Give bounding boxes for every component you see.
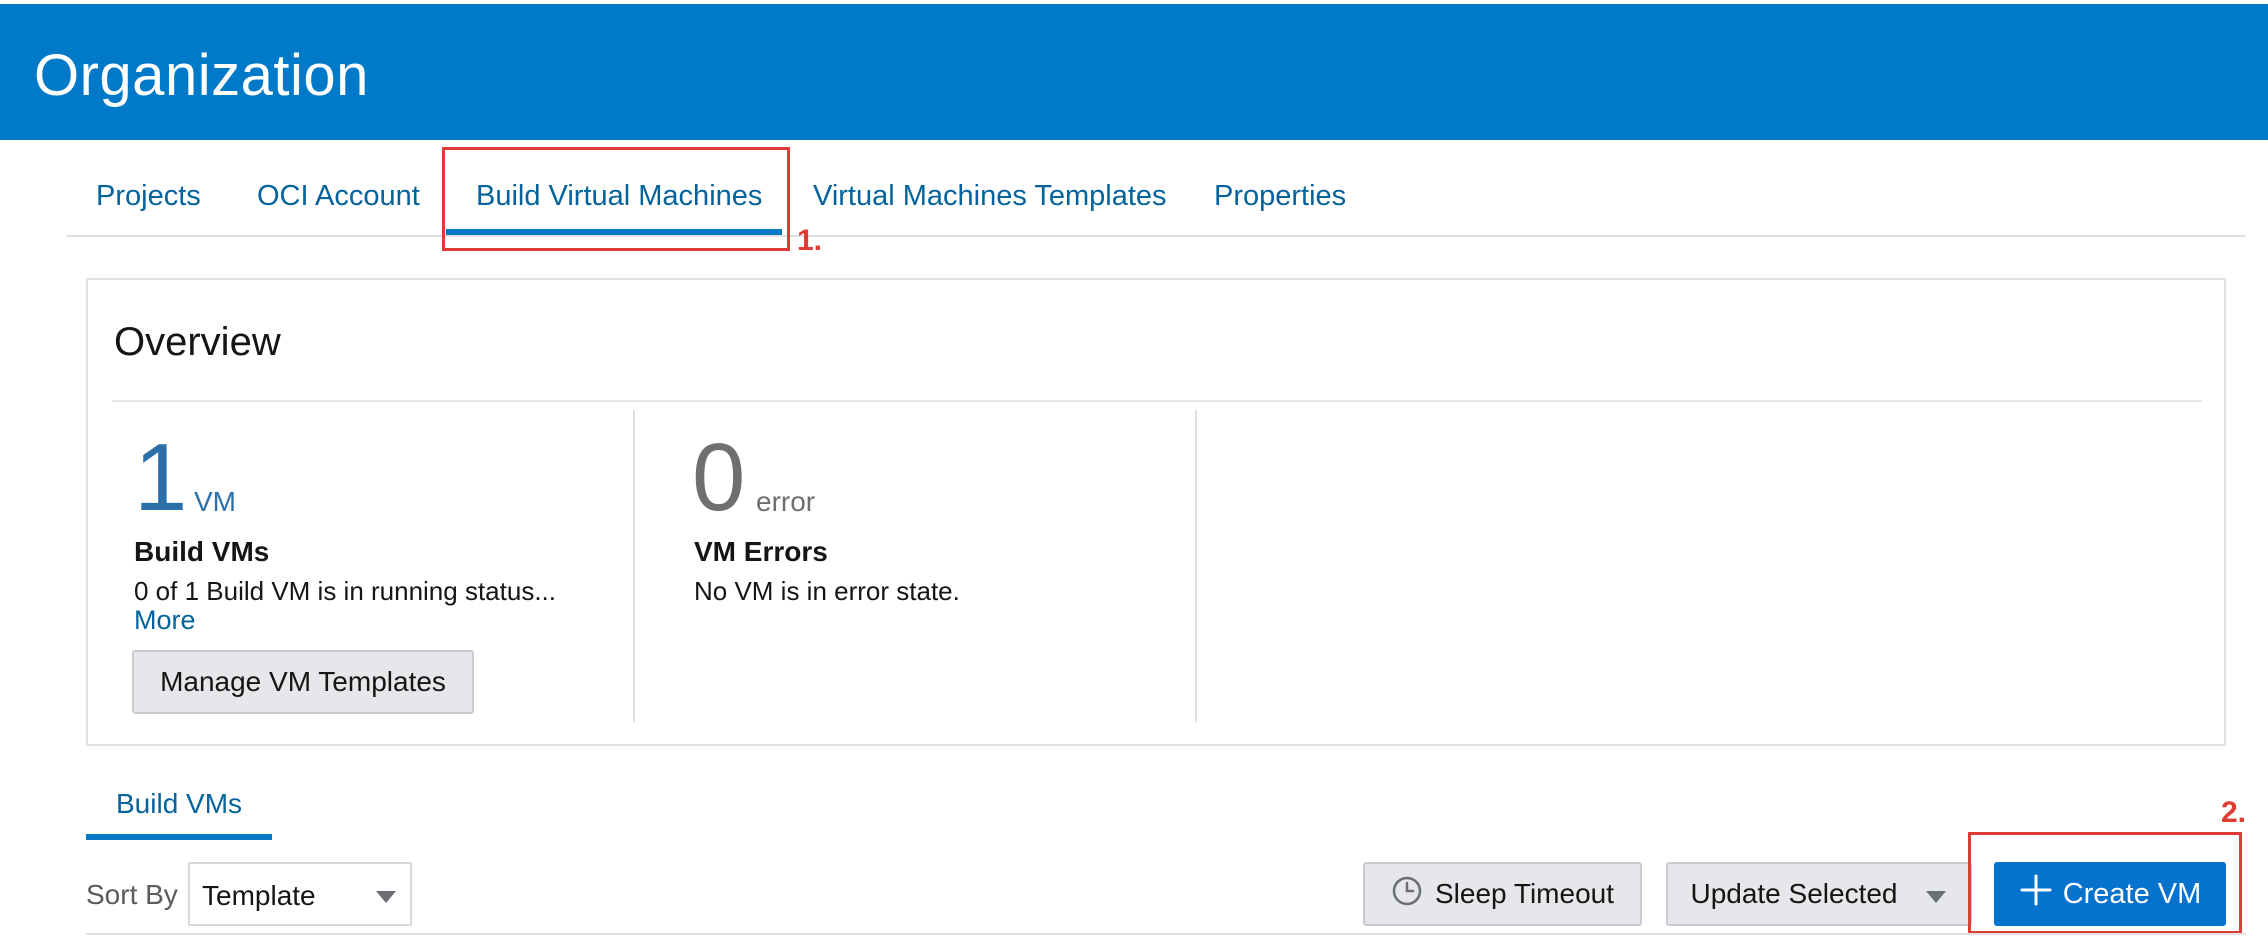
metric-divider-2 — [1195, 410, 1197, 722]
overview-divider — [112, 400, 2202, 402]
vm-errors-label: VM Errors — [694, 536, 828, 567]
overview-panel: Overview 1 VM Build VMs 0 of 1 Build VM … — [86, 278, 2226, 746]
sort-by-value: Template — [202, 880, 316, 911]
main-tab-bar: Projects OCI Account Build Virtual Machi… — [66, 140, 2246, 237]
more-link[interactable]: More — [134, 605, 196, 636]
build-vms-label: Build VMs — [134, 536, 270, 567]
chevron-down-icon — [376, 891, 396, 903]
build-vms-unit: VM — [194, 486, 236, 517]
vm-errors-count: 0 — [692, 424, 746, 531]
vm-errors-unit: error — [756, 486, 816, 517]
tab-virtual-machines-templates[interactable]: Virtual Machines Templates — [813, 180, 1167, 213]
sort-by-select[interactable]: Template — [188, 862, 412, 926]
build-vms-count: 1 — [134, 424, 188, 531]
callout-number-1: 1. — [797, 224, 823, 257]
subtab-active-indicator — [86, 834, 272, 840]
clock-icon — [1391, 875, 1423, 914]
tab-oci-account[interactable]: OCI Account — [257, 180, 420, 213]
tab-properties[interactable]: Properties — [1214, 180, 1346, 213]
callout-box-2 — [1968, 832, 2242, 934]
update-selected-button[interactable]: Update Selected — [1666, 862, 1972, 926]
build-vms-description: 0 of 1 Build VM is in running status... — [134, 576, 556, 606]
chevron-down-icon — [1926, 891, 1946, 903]
callout-number-2: 2. — [2221, 796, 2247, 829]
page-header: Organization — [0, 4, 2268, 140]
table-top-border — [86, 933, 2246, 935]
sleep-timeout-button[interactable]: Sleep Timeout — [1363, 862, 1642, 926]
overview-title: Overview — [114, 320, 281, 364]
manage-vm-templates-button[interactable]: Manage VM Templates — [132, 650, 474, 714]
vm-errors-description: No VM is in error state. — [694, 576, 960, 606]
subtab-build-vms[interactable]: Build VMs — [116, 788, 242, 820]
update-selected-label: Update Selected — [1690, 878, 1898, 909]
sort-by-label: Sort By — [86, 879, 178, 910]
metric-divider-1 — [633, 410, 635, 722]
sleep-timeout-label: Sleep Timeout — [1435, 878, 1614, 909]
tab-projects[interactable]: Projects — [96, 180, 201, 213]
callout-box-1 — [442, 147, 790, 251]
page-title: Organization — [34, 43, 369, 108]
